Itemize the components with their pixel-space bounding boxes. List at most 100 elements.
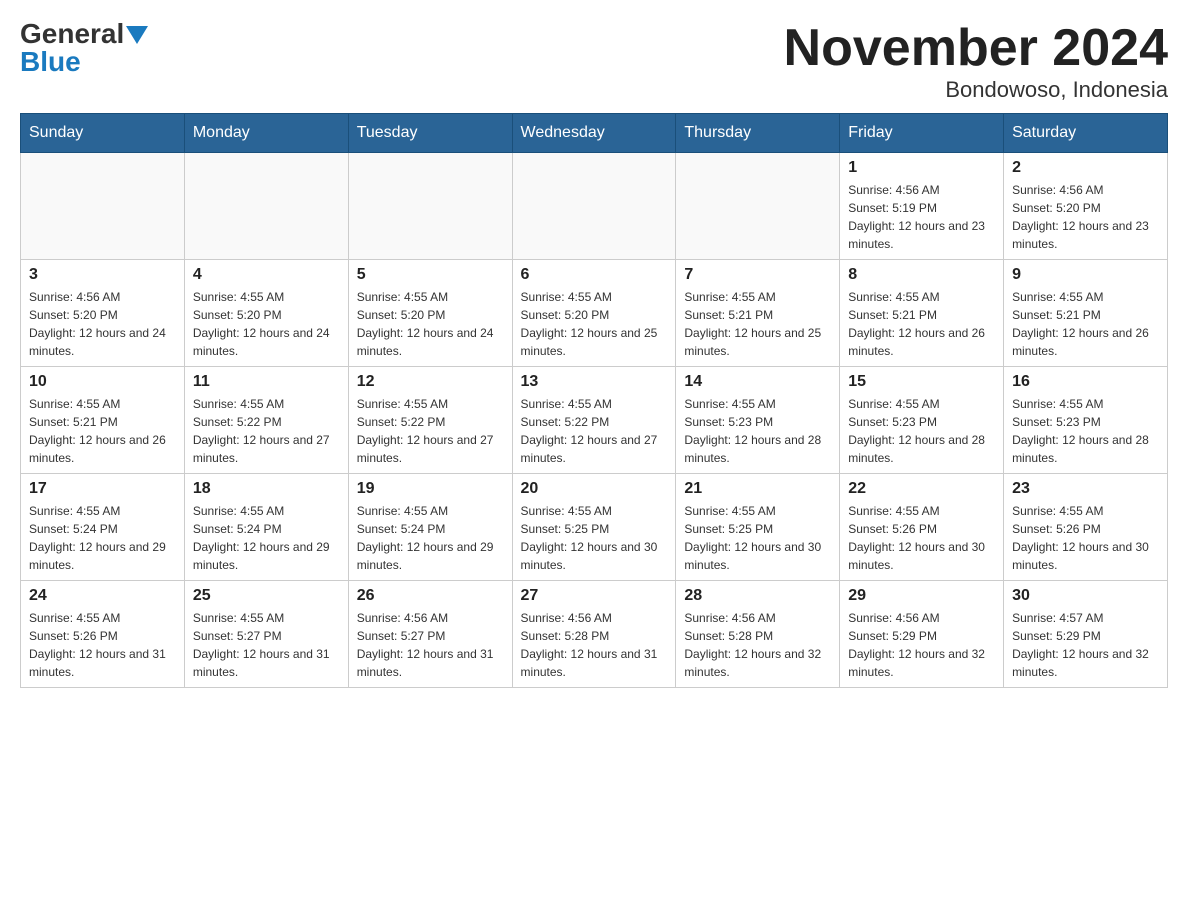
weekday-header-sunday: Sunday [21, 114, 185, 153]
calendar-day-cell: 2Sunrise: 4:56 AMSunset: 5:20 PMDaylight… [1004, 153, 1168, 260]
calendar-day-cell: 27 Sunrise: 4:56 AMSunset: 5:28 PMDayligh… [512, 581, 676, 688]
logo-general-text: General [20, 20, 124, 48]
calendar-header: SundayMondayTuesdayWednesdayThursdayFrid… [21, 114, 1168, 153]
day-number: 15 [848, 373, 995, 391]
day-number: 25 [193, 587, 340, 605]
weekday-header-friday: Friday [840, 114, 1004, 153]
calendar-day-cell: 15 Sunrise: 4:55 AMSunset: 5:23 PMDayligh… [840, 367, 1004, 474]
day-info: Sunrise: 4:56 AMSunset: 5:27 PMDaylight:… [357, 609, 504, 681]
day-number: 17 [29, 480, 176, 498]
calendar-subtitle: Bondowoso, Indonesia [784, 77, 1168, 103]
day-number: 22 [848, 480, 995, 498]
calendar-table: SundayMondayTuesdayWednesdayThursdayFrid… [20, 113, 1168, 688]
calendar-day-cell: 22 Sunrise: 4:55 AMSunset: 5:26 PMDayligh… [840, 474, 1004, 581]
calendar-day-cell: 28 Sunrise: 4:56 AMSunset: 5:28 PMDayligh… [676, 581, 840, 688]
day-info: Sunrise: 4:55 AMSunset: 5:23 PMDaylight:… [684, 395, 831, 467]
day-info: Sunrise: 4:56 AMSunset: 5:19 PMDaylight:… [848, 181, 995, 253]
title-block: November 2024 Bondowoso, Indonesia [784, 20, 1168, 103]
calendar-day-cell: 10 Sunrise: 4:55 AMSunset: 5:21 PMDayligh… [21, 367, 185, 474]
day-info: Sunrise: 4:56 AMSunset: 5:29 PMDaylight:… [848, 609, 995, 681]
day-number: 26 [357, 587, 504, 605]
day-number: 20 [521, 480, 668, 498]
day-info: Sunrise: 4:56 AMSunset: 5:28 PMDaylight:… [684, 609, 831, 681]
day-info: Sunrise: 4:55 AMSunset: 5:23 PMDaylight:… [1012, 395, 1159, 467]
calendar-title: November 2024 [784, 20, 1168, 77]
calendar-day-cell: 23 Sunrise: 4:55 AMSunset: 5:26 PMDayligh… [1004, 474, 1168, 581]
day-number: 3 [29, 266, 176, 284]
calendar-day-cell: 9 Sunrise: 4:55 AMSunset: 5:21 PMDaylight… [1004, 260, 1168, 367]
day-number: 24 [29, 587, 176, 605]
day-info: Sunrise: 4:57 AMSunset: 5:29 PMDaylight:… [1012, 609, 1159, 681]
day-info: Sunrise: 4:55 AMSunset: 5:27 PMDaylight:… [193, 609, 340, 681]
calendar-day-cell: 8 Sunrise: 4:55 AMSunset: 5:21 PMDaylight… [840, 260, 1004, 367]
calendar-day-cell: 18Sunrise: 4:55 AMSunset: 5:24 PMDayligh… [184, 474, 348, 581]
day-info: Sunrise: 4:55 AMSunset: 5:20 PMDaylight:… [193, 288, 340, 360]
day-number: 9 [1012, 266, 1159, 284]
day-info: Sunrise: 4:55 AMSunset: 5:26 PMDaylight:… [1012, 502, 1159, 574]
calendar-body: 1 Sunrise: 4:56 AMSunset: 5:19 PMDaylight… [21, 153, 1168, 688]
day-number: 28 [684, 587, 831, 605]
day-info: Sunrise: 4:55 AMSunset: 5:24 PMDaylight:… [29, 502, 176, 574]
calendar-day-cell: 4Sunrise: 4:55 AMSunset: 5:20 PMDaylight… [184, 260, 348, 367]
calendar-day-cell: 30 Sunrise: 4:57 AMSunset: 5:29 PMDayligh… [1004, 581, 1168, 688]
day-info: Sunrise: 4:55 AMSunset: 5:23 PMDaylight:… [848, 395, 995, 467]
calendar-week-row: 10 Sunrise: 4:55 AMSunset: 5:21 PMDayligh… [21, 367, 1168, 474]
calendar-day-cell: 16 Sunrise: 4:55 AMSunset: 5:23 PMDayligh… [1004, 367, 1168, 474]
day-number: 10 [29, 373, 176, 391]
day-number: 19 [357, 480, 504, 498]
weekday-header-monday: Monday [184, 114, 348, 153]
calendar-day-cell: 14 Sunrise: 4:55 AMSunset: 5:23 PMDayligh… [676, 367, 840, 474]
weekday-header-tuesday: Tuesday [348, 114, 512, 153]
day-number: 16 [1012, 373, 1159, 391]
day-number: 14 [684, 373, 831, 391]
day-number: 1 [848, 159, 995, 177]
calendar-day-cell: 24 Sunrise: 4:55 AMSunset: 5:26 PMDayligh… [21, 581, 185, 688]
calendar-day-cell: 6Sunrise: 4:55 AMSunset: 5:20 PMDaylight… [512, 260, 676, 367]
day-info: Sunrise: 4:55 AMSunset: 5:22 PMDaylight:… [193, 395, 340, 467]
day-number: 13 [521, 373, 668, 391]
calendar-day-cell: 13Sunrise: 4:55 AMSunset: 5:22 PMDayligh… [512, 367, 676, 474]
calendar-day-cell: 17 Sunrise: 4:55 AMSunset: 5:24 PMDayligh… [21, 474, 185, 581]
day-info: Sunrise: 4:55 AMSunset: 5:22 PMDaylight:… [357, 395, 504, 467]
weekday-header-saturday: Saturday [1004, 114, 1168, 153]
page-header: General Blue November 2024 Bondowoso, In… [20, 20, 1168, 103]
day-info: Sunrise: 4:55 AMSunset: 5:20 PMDaylight:… [357, 288, 504, 360]
day-number: 5 [357, 266, 504, 284]
day-number: 23 [1012, 480, 1159, 498]
logo-triangle-icon [126, 26, 148, 44]
day-number: 2 [1012, 159, 1159, 177]
weekday-header-row: SundayMondayTuesdayWednesdayThursdayFrid… [21, 114, 1168, 153]
day-info: Sunrise: 4:55 AMSunset: 5:21 PMDaylight:… [684, 288, 831, 360]
day-info: Sunrise: 4:55 AMSunset: 5:26 PMDaylight:… [848, 502, 995, 574]
calendar-day-cell: 5 Sunrise: 4:55 AMSunset: 5:20 PMDaylight… [348, 260, 512, 367]
day-info: Sunrise: 4:56 AMSunset: 5:20 PMDaylight:… [29, 288, 176, 360]
day-info: Sunrise: 4:55 AMSunset: 5:21 PMDaylight:… [848, 288, 995, 360]
calendar-day-cell: 25 Sunrise: 4:55 AMSunset: 5:27 PMDayligh… [184, 581, 348, 688]
calendar-day-cell [348, 153, 512, 260]
calendar-week-row: 17 Sunrise: 4:55 AMSunset: 5:24 PMDayligh… [21, 474, 1168, 581]
logo: General Blue [20, 20, 148, 76]
day-info: Sunrise: 4:55 AMSunset: 5:24 PMDaylight:… [193, 502, 340, 574]
day-info: Sunrise: 4:55 AMSunset: 5:25 PMDaylight:… [684, 502, 831, 574]
day-info: Sunrise: 4:55 AMSunset: 5:21 PMDaylight:… [1012, 288, 1159, 360]
day-number: 27 [521, 587, 668, 605]
day-info: Sunrise: 4:55 AMSunset: 5:26 PMDaylight:… [29, 609, 176, 681]
day-info: Sunrise: 4:55 AMSunset: 5:20 PMDaylight:… [521, 288, 668, 360]
calendar-day-cell: 20 Sunrise: 4:55 AMSunset: 5:25 PMDayligh… [512, 474, 676, 581]
calendar-day-cell [512, 153, 676, 260]
day-info: Sunrise: 4:55 AMSunset: 5:24 PMDaylight:… [357, 502, 504, 574]
day-info: Sunrise: 4:56 AMSunset: 5:28 PMDaylight:… [521, 609, 668, 681]
weekday-header-thursday: Thursday [676, 114, 840, 153]
weekday-header-wednesday: Wednesday [512, 114, 676, 153]
calendar-day-cell: 11 Sunrise: 4:55 AMSunset: 5:22 PMDayligh… [184, 367, 348, 474]
day-info: Sunrise: 4:55 AMSunset: 5:21 PMDaylight:… [29, 395, 176, 467]
day-number: 30 [1012, 587, 1159, 605]
calendar-day-cell: 29Sunrise: 4:56 AMSunset: 5:29 PMDayligh… [840, 581, 1004, 688]
day-info: Sunrise: 4:55 AMSunset: 5:25 PMDaylight:… [521, 502, 668, 574]
day-number: 11 [193, 373, 340, 391]
calendar-day-cell: 26 Sunrise: 4:56 AMSunset: 5:27 PMDayligh… [348, 581, 512, 688]
calendar-day-cell [21, 153, 185, 260]
calendar-day-cell: 7Sunrise: 4:55 AMSunset: 5:21 PMDaylight… [676, 260, 840, 367]
calendar-day-cell: 19 Sunrise: 4:55 AMSunset: 5:24 PMDayligh… [348, 474, 512, 581]
day-number: 8 [848, 266, 995, 284]
